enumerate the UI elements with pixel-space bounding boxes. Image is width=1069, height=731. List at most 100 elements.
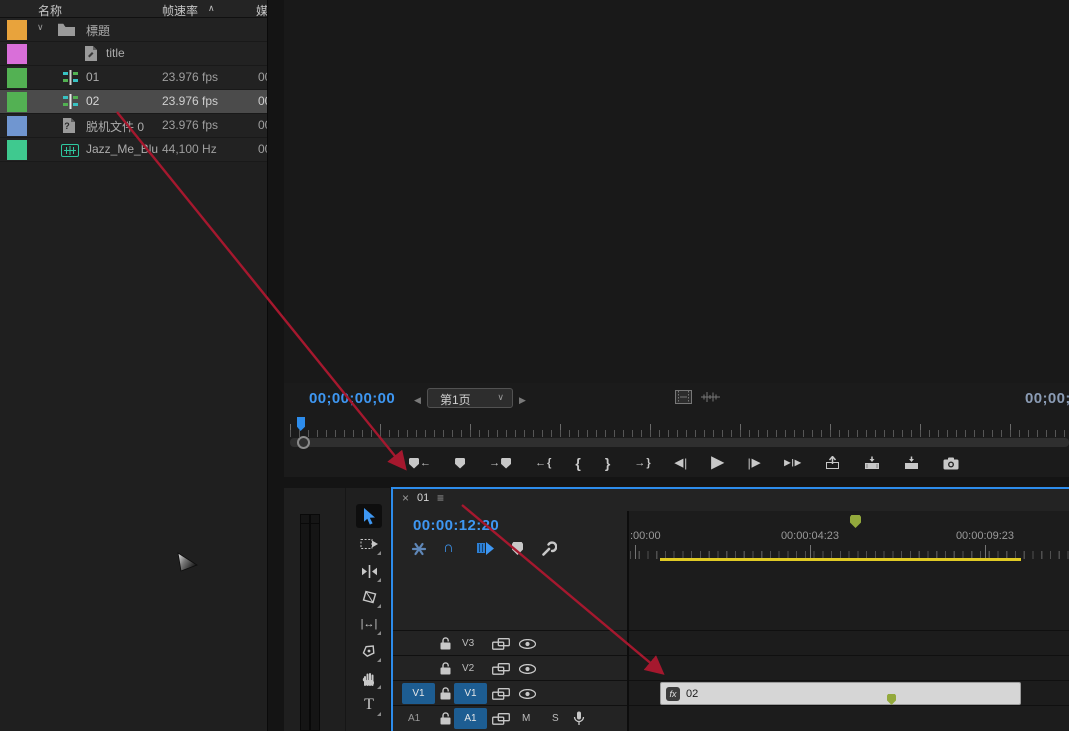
timeline-settings-wrench-icon[interactable] bbox=[541, 540, 557, 556]
track-header-v1: V1 V1 bbox=[391, 681, 628, 706]
panel-menu-icon[interactable]: ≡ bbox=[437, 491, 444, 505]
marker-icon bbox=[409, 458, 419, 469]
column-media-start[interactable]: 媒 bbox=[256, 2, 268, 19]
lock-icon[interactable] bbox=[440, 687, 451, 700]
source-monitor-panel: 00;00;00;00 ◀ 第1页 ∨ ▶ 00;00;0 ← → ←{ { }… bbox=[269, 0, 1069, 477]
selection-tool[interactable] bbox=[356, 504, 382, 528]
bin-name[interactable]: 標題 bbox=[86, 22, 110, 39]
add-marker-button[interactable] bbox=[455, 458, 465, 469]
lock-icon[interactable] bbox=[440, 637, 451, 650]
track-name[interactable]: V3 bbox=[462, 638, 474, 649]
track-select-forward-tool[interactable] bbox=[356, 532, 382, 556]
project-row-audio[interactable]: Jazz_Me_Blu 44,100 Hz 00 bbox=[0, 138, 267, 162]
previous-page-icon[interactable]: ◀ bbox=[414, 395, 421, 406]
project-row-seq01[interactable]: 01 23.976 fps 00 bbox=[0, 66, 267, 90]
clip-marker[interactable] bbox=[887, 694, 896, 705]
sync-lock-icon[interactable] bbox=[492, 713, 510, 725]
next-page-icon[interactable]: ▶ bbox=[519, 395, 526, 406]
step-back-button[interactable]: ◀| bbox=[675, 457, 688, 469]
drag-video-icon[interactable] bbox=[675, 390, 692, 404]
play-button[interactable]: ▶ bbox=[711, 455, 723, 471]
source-patch-v1[interactable]: V1 bbox=[402, 683, 435, 704]
page-select-dropdown[interactable]: 第1页 ∨ bbox=[427, 388, 513, 408]
toggle-track-output-eye-icon[interactable] bbox=[519, 639, 536, 649]
label-color-chip[interactable] bbox=[7, 20, 27, 40]
sequence-name[interactable]: 01 bbox=[86, 70, 99, 84]
mark-out-button[interactable]: } bbox=[605, 456, 610, 470]
label-color-chip[interactable] bbox=[7, 68, 27, 88]
razor-tool[interactable] bbox=[356, 585, 382, 609]
drag-audio-icon[interactable] bbox=[701, 391, 720, 403]
label-color-chip[interactable] bbox=[7, 140, 27, 160]
source-patch-a1[interactable]: A1 bbox=[408, 713, 420, 724]
timeline-timecode[interactable]: 00:00:12:20 bbox=[413, 517, 499, 534]
close-tab-icon[interactable]: × bbox=[402, 491, 409, 505]
clip-name[interactable]: 脱机文件 0 bbox=[86, 118, 144, 135]
project-row-seq02-selected[interactable]: 02 23.976 fps 00 bbox=[0, 90, 267, 114]
timeline-tab-label[interactable]: 01 bbox=[417, 492, 429, 504]
timeline-clip-02[interactable]: fx 02 bbox=[660, 682, 1021, 705]
go-to-out-button[interactable]: →} bbox=[634, 458, 650, 469]
selection-arrow-icon bbox=[363, 508, 376, 525]
linked-selection-icon[interactable] bbox=[477, 541, 495, 556]
slip-tool[interactable]: |↔| bbox=[356, 612, 382, 636]
mute-button[interactable]: M bbox=[522, 713, 530, 724]
lift-button[interactable] bbox=[825, 456, 840, 470]
lock-icon[interactable] bbox=[440, 712, 451, 725]
label-color-chip[interactable] bbox=[7, 92, 27, 112]
monitor-zoom-handle[interactable] bbox=[297, 436, 310, 449]
column-name[interactable]: 名称 bbox=[38, 2, 62, 19]
export-frame-button[interactable] bbox=[943, 457, 959, 470]
project-row-title[interactable]: title bbox=[0, 42, 267, 66]
insert-button[interactable] bbox=[864, 456, 880, 470]
render-bar-yellow bbox=[660, 558, 1021, 561]
track-target-a1[interactable]: A1 bbox=[454, 708, 487, 729]
audio-meter-left[interactable] bbox=[300, 514, 310, 731]
label-color-chip[interactable] bbox=[7, 44, 27, 64]
go-to-previous-marker-button[interactable]: ← bbox=[409, 458, 431, 469]
insert-as-nest-icon[interactable] bbox=[411, 541, 427, 557]
clip-name[interactable]: Jazz_Me_Blu bbox=[86, 142, 158, 156]
sync-lock-icon[interactable] bbox=[492, 663, 510, 675]
media-start-value: 00 bbox=[258, 70, 268, 84]
solo-button[interactable]: S bbox=[552, 713, 559, 724]
play-in-to-out-button[interactable]: ▶|▶ bbox=[784, 459, 801, 467]
sequence-name[interactable]: 02 bbox=[86, 94, 99, 108]
audio-meter-right[interactable] bbox=[310, 514, 320, 731]
panel-gutter-vertical bbox=[268, 0, 284, 731]
project-row-offline[interactable]: ? 脱机文件 0 23.976 fps 00 bbox=[0, 114, 267, 138]
project-row-bin[interactable]: ∨ 標題 bbox=[0, 18, 267, 42]
page-select-value: 第1页 bbox=[440, 391, 471, 408]
sync-lock-icon[interactable] bbox=[492, 688, 510, 700]
type-tool[interactable]: T bbox=[356, 693, 382, 717]
clip-name[interactable]: title bbox=[106, 46, 125, 60]
sync-lock-icon[interactable] bbox=[492, 638, 510, 650]
toggle-track-output-eye-icon[interactable] bbox=[519, 689, 536, 699]
expand-chevron-icon[interactable]: ∨ bbox=[37, 22, 44, 33]
framerate-value: 23.976 fps bbox=[162, 70, 218, 84]
hand-tool[interactable] bbox=[356, 666, 382, 690]
premiere-workspace: 名称 帧速率 ∧ 媒 ∨ 標題 title bbox=[0, 0, 1069, 731]
snap-magnet-icon[interactable]: ∩ bbox=[443, 539, 454, 556]
column-framerate[interactable]: 帧速率 bbox=[162, 2, 198, 19]
go-to-next-marker-button[interactable]: → bbox=[489, 458, 511, 469]
transport-controls: ← → ←{ { } →} ◀| ▶ |▶ ▶|▶ bbox=[409, 450, 959, 476]
go-to-in-button[interactable]: ←{ bbox=[535, 458, 551, 469]
add-marker-icon[interactable] bbox=[512, 542, 523, 560]
monitor-zoom-scrollbar[interactable] bbox=[290, 438, 1069, 447]
track-name[interactable]: V2 bbox=[462, 663, 474, 674]
overwrite-button[interactable] bbox=[904, 456, 919, 470]
track-target-v1[interactable]: V1 bbox=[454, 683, 487, 704]
timeline-panel: × 01 ≡ 00:00:12:20 ∩ :00:00 00:00:04:23 … bbox=[391, 487, 1069, 731]
lock-icon[interactable] bbox=[440, 662, 451, 675]
monitor-video-area bbox=[269, 0, 1069, 383]
label-color-chip[interactable] bbox=[7, 116, 27, 136]
step-forward-button[interactable]: |▶ bbox=[748, 457, 761, 469]
pen-tool[interactable] bbox=[356, 639, 382, 663]
sort-ascending-icon[interactable]: ∧ bbox=[208, 3, 215, 14]
voiceover-mic-icon[interactable] bbox=[573, 711, 585, 726]
current-timecode[interactable]: 00;00;00;00 bbox=[309, 390, 395, 407]
mark-in-button[interactable]: { bbox=[575, 456, 580, 470]
toggle-track-output-eye-icon[interactable] bbox=[519, 664, 536, 674]
ripple-edit-tool[interactable] bbox=[356, 559, 382, 583]
